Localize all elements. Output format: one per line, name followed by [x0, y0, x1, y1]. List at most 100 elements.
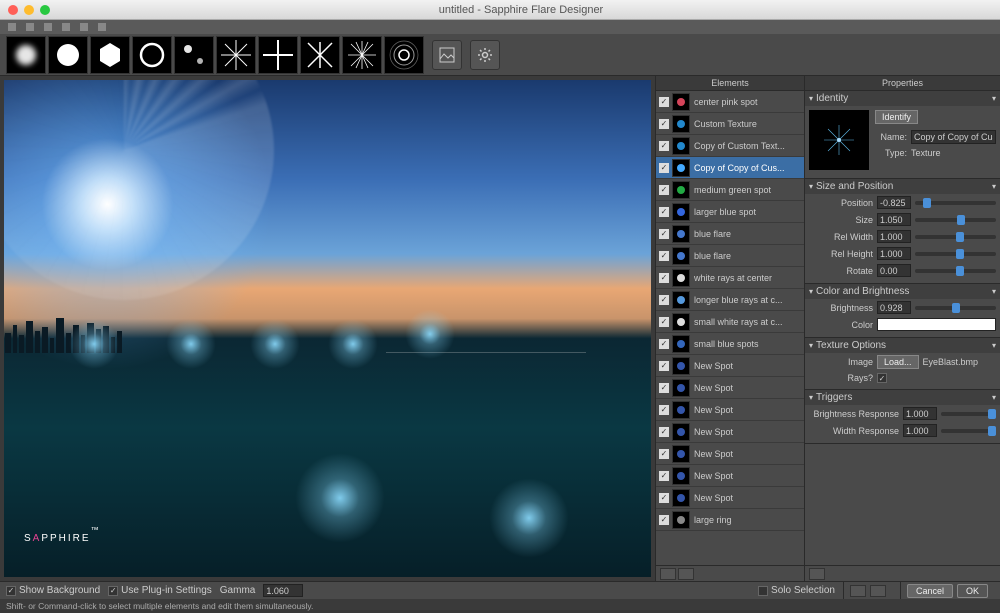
- relwidth-slider[interactable]: [915, 235, 996, 239]
- section-color-brightness[interactable]: Color and Brightness▾: [805, 284, 1000, 299]
- element-row[interactable]: ✓ larger blue spot: [656, 201, 804, 223]
- element-row[interactable]: ✓ Copy of Custom Text...: [656, 135, 804, 157]
- minitool-icon[interactable]: [98, 23, 106, 31]
- element-checkbox[interactable]: ✓: [659, 383, 669, 393]
- size-slider[interactable]: [915, 218, 996, 222]
- minimize-window-icon[interactable]: [24, 5, 34, 15]
- show-background-checkbox[interactable]: ✓Show Background: [6, 585, 100, 596]
- element-row[interactable]: ✓ small blue spots: [656, 333, 804, 355]
- element-row[interactable]: ✓ large ring: [656, 509, 804, 531]
- element-row[interactable]: ✓ New Spot: [656, 421, 804, 443]
- minitool-icon[interactable]: [44, 23, 52, 31]
- element-checkbox[interactable]: ✓: [659, 97, 669, 107]
- element-checkbox[interactable]: ✓: [659, 427, 669, 437]
- gamma-input[interactable]: [263, 584, 303, 597]
- close-window-icon[interactable]: [8, 5, 18, 15]
- element-row[interactable]: ✓ small white rays at c...: [656, 311, 804, 333]
- element-checkbox[interactable]: ✓: [659, 361, 669, 371]
- minitool-icon[interactable]: [62, 23, 70, 31]
- preset-x-rays[interactable]: [300, 36, 340, 74]
- element-checkbox[interactable]: ✓: [659, 339, 669, 349]
- load-button[interactable]: Load...: [877, 355, 919, 369]
- minitool-icon[interactable]: [26, 23, 34, 31]
- brightness-slider[interactable]: [915, 306, 996, 310]
- element-checkbox[interactable]: ✓: [659, 493, 669, 503]
- ok-button[interactable]: OK: [957, 584, 988, 598]
- add-element-icon[interactable]: [660, 568, 676, 580]
- zoom-window-icon[interactable]: [40, 5, 50, 15]
- reset-icon[interactable]: [809, 568, 825, 580]
- element-row[interactable]: ✓ blue flare: [656, 245, 804, 267]
- element-checkbox[interactable]: ✓: [659, 515, 669, 525]
- preset-star-6[interactable]: [216, 36, 256, 74]
- color-swatch[interactable]: [877, 318, 996, 331]
- preset-concentric[interactable]: [384, 36, 424, 74]
- identify-button[interactable]: Identify: [875, 110, 918, 124]
- remove-element-icon[interactable]: [678, 568, 694, 580]
- element-checkbox[interactable]: ✓: [659, 273, 669, 283]
- section-size-position[interactable]: Size and Position▾: [805, 179, 1000, 194]
- minitool-icon[interactable]: [8, 23, 16, 31]
- collapse-icon[interactable]: ▾: [992, 94, 996, 103]
- size-input[interactable]: [877, 213, 911, 226]
- width-resp-slider[interactable]: [941, 429, 996, 433]
- element-checkbox[interactable]: ✓: [659, 185, 669, 195]
- rays-checkbox[interactable]: ✓: [877, 373, 887, 383]
- element-row[interactable]: ✓ blue flare: [656, 223, 804, 245]
- element-row[interactable]: ✓ New Spot: [656, 399, 804, 421]
- image-button[interactable]: [432, 40, 462, 70]
- section-texture-options[interactable]: Texture Options▾: [805, 338, 1000, 353]
- element-row[interactable]: ✓ medium green spot: [656, 179, 804, 201]
- element-row[interactable]: ✓ New Spot: [656, 487, 804, 509]
- section-identity[interactable]: Identity▾: [805, 91, 1000, 106]
- rotate-input[interactable]: [877, 264, 911, 277]
- element-checkbox[interactable]: ✓: [659, 141, 669, 151]
- settings-button[interactable]: [470, 40, 500, 70]
- element-row[interactable]: ✓ Custom Texture: [656, 113, 804, 135]
- relheight-slider[interactable]: [915, 252, 996, 256]
- relwidth-input[interactable]: [877, 230, 911, 243]
- brightness-resp-input[interactable]: [903, 407, 937, 420]
- element-row[interactable]: ✓ Copy of Copy of Cus...: [656, 157, 804, 179]
- position-input[interactable]: [877, 196, 911, 209]
- position-slider[interactable]: [915, 201, 996, 205]
- preset-cross[interactable]: [258, 36, 298, 74]
- element-checkbox[interactable]: ✓: [659, 295, 669, 305]
- cancel-button[interactable]: Cancel: [907, 584, 953, 598]
- brightness-resp-slider[interactable]: [941, 412, 996, 416]
- element-checkbox[interactable]: ✓: [659, 229, 669, 239]
- element-checkbox[interactable]: ✓: [659, 207, 669, 217]
- collapse-icon[interactable]: ▾: [992, 182, 996, 191]
- collapse-icon[interactable]: ▾: [992, 393, 996, 402]
- use-plugin-checkbox[interactable]: ✓Use Plug-in Settings: [108, 585, 212, 596]
- element-checkbox[interactable]: ✓: [659, 163, 669, 173]
- element-checkbox[interactable]: ✓: [659, 317, 669, 327]
- element-row[interactable]: ✓ New Spot: [656, 443, 804, 465]
- preset-streak[interactable]: [174, 36, 214, 74]
- solo-selection-checkbox[interactable]: Solo Selection: [758, 585, 835, 596]
- preset-solid-circle[interactable]: [48, 36, 88, 74]
- element-row[interactable]: ✓ center pink spot: [656, 91, 804, 113]
- element-row[interactable]: ✓ New Spot: [656, 355, 804, 377]
- element-checkbox[interactable]: ✓: [659, 471, 669, 481]
- element-row[interactable]: ✓ New Spot: [656, 377, 804, 399]
- elements-list[interactable]: ✓ center pink spot✓ Custom Texture✓ Copy…: [656, 91, 804, 565]
- footer-icon[interactable]: [850, 585, 866, 597]
- footer-icon[interactable]: [870, 585, 886, 597]
- element-checkbox[interactable]: ✓: [659, 449, 669, 459]
- brightness-input[interactable]: [877, 301, 911, 314]
- element-row[interactable]: ✓ longer blue rays at c...: [656, 289, 804, 311]
- preset-starburst[interactable]: [342, 36, 382, 74]
- preview-canvas[interactable]: SAPPHIRE™: [4, 80, 651, 577]
- element-row[interactable]: ✓ white rays at center: [656, 267, 804, 289]
- collapse-icon[interactable]: ▾: [992, 341, 996, 350]
- preset-soft-glow[interactable]: [6, 36, 46, 74]
- width-resp-input[interactable]: [903, 424, 937, 437]
- minitool-icon[interactable]: [80, 23, 88, 31]
- element-row[interactable]: ✓ New Spot: [656, 465, 804, 487]
- section-triggers[interactable]: Triggers▾: [805, 390, 1000, 405]
- element-checkbox[interactable]: ✓: [659, 251, 669, 261]
- preset-ring[interactable]: [132, 36, 172, 74]
- rotate-slider[interactable]: [915, 269, 996, 273]
- name-input[interactable]: [911, 130, 996, 144]
